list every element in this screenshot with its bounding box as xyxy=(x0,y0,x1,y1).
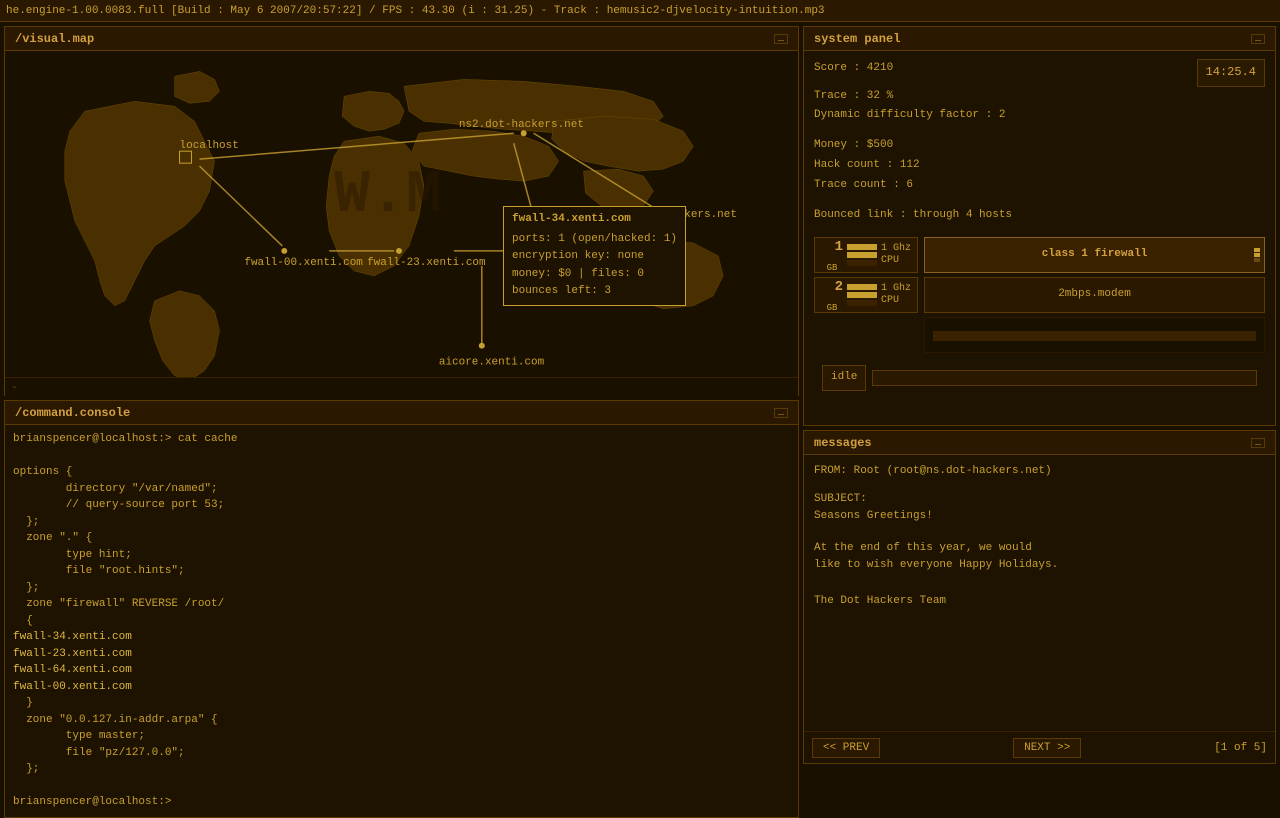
node-fwall00-dot[interactable] xyxy=(281,248,287,254)
hw-empty-slot xyxy=(924,317,1265,353)
hw-slot-1: 1 GB 1 Ghz CPU xyxy=(814,237,918,273)
messages-panel: messages _ FROM: Root (root@ns.dot-hacke… xyxy=(803,430,1276,764)
system-time: 14:25.4 xyxy=(1197,59,1265,87)
messages-next-button[interactable]: NEXT >> xyxy=(1013,738,1081,758)
tooltip-ports: ports: 1 (open/hacked: 1) xyxy=(512,231,677,249)
title-text: he.engine-1.00.0083.full [Build : May 6 … xyxy=(6,5,825,17)
hw-components: class 1 firewall 2mbps.modem xyxy=(924,237,1265,353)
modem-label: 2mbps.modem xyxy=(1058,285,1131,305)
hardware-section: 1 GB 1 Ghz CPU xyxy=(814,237,1265,353)
system-trace-count: Trace count : 6 xyxy=(814,176,1265,196)
visual-map-minimize[interactable]: _ xyxy=(774,34,788,44)
status-bar: idle xyxy=(814,361,1265,395)
firewall-label: class 1 firewall xyxy=(1042,245,1148,265)
modem-button[interactable]: 2mbps.modem xyxy=(924,277,1265,313)
command-console-header: /command.console _ xyxy=(5,401,798,425)
tooltip-title: fwall-34.xenti.com xyxy=(512,211,677,229)
messages-title: messages xyxy=(814,436,872,450)
node-fwall23-dot[interactable] xyxy=(396,248,402,254)
system-money: Money : $500 xyxy=(814,136,1265,156)
console-content[interactable]: brianspencer@localhost:> cat cache optio… xyxy=(5,425,798,817)
messages-content: FROM: Root (root@ns.dot-hackers.net) SUB… xyxy=(804,455,1275,731)
status-label: idle xyxy=(822,365,866,391)
messages-from: FROM: Root (root@ns.dot-hackers.net) xyxy=(814,463,1265,481)
command-console-minimize[interactable]: _ xyxy=(774,408,788,418)
map-bottom-text: - xyxy=(11,382,18,394)
hw-slot2-gb: 2 xyxy=(821,275,843,300)
hw-slot2-unit: GB xyxy=(827,300,838,316)
node-fwall00-label: fwall-00.xenti.com xyxy=(244,257,363,269)
messages-subject-value: Seasons Greetings! xyxy=(814,508,1265,526)
node-localhost-label: localhost xyxy=(180,140,239,152)
map-content: localhost ns2.dot-hackers.net ns.dot-hac… xyxy=(5,51,798,397)
status-progress xyxy=(872,370,1257,386)
messages-header: messages _ xyxy=(804,431,1275,455)
visual-map-panel: /visual.map _ xyxy=(4,26,799,396)
tooltip-bounces: bounces left: 3 xyxy=(512,283,677,301)
messages-prev-button[interactable]: << PREV xyxy=(812,738,880,758)
system-hack-count: Hack count : 112 xyxy=(814,156,1265,176)
fw-indicator xyxy=(1254,248,1260,262)
hw-slot1-gb: 1 xyxy=(821,235,843,260)
system-panel-header: system panel _ xyxy=(804,27,1275,51)
watermark: W.M xyxy=(334,161,442,229)
firewall-button[interactable]: class 1 firewall xyxy=(924,237,1265,273)
node-aicore-dot[interactable] xyxy=(479,343,485,349)
system-panel-title: system panel xyxy=(814,32,900,46)
console-text: brianspencer@localhost:> cat cache optio… xyxy=(13,431,790,811)
tooltip-encryption: encryption key: none xyxy=(512,248,677,266)
title-bar: he.engine-1.00.0083.full [Build : May 6 … xyxy=(0,0,1280,22)
visual-map-header: /visual.map _ xyxy=(5,27,798,51)
node-fwall23-label: fwall-23.xenti.com xyxy=(367,257,486,269)
system-panel-minimize[interactable]: _ xyxy=(1251,34,1265,44)
messages-minimize[interactable]: _ xyxy=(1251,438,1265,448)
system-difficulty: Dynamic difficulty factor : 2 xyxy=(814,106,1265,126)
system-score-row: Score : 4210 14:25.4 xyxy=(814,59,1265,87)
command-console-title: /command.console xyxy=(15,406,130,420)
messages-subject-label: SUBJECT: xyxy=(814,491,1265,509)
node-ns2-label: ns2.dot-hackers.net xyxy=(459,119,584,131)
visual-map-title: /visual.map xyxy=(15,32,94,46)
command-console-panel: /command.console _ brianspencer@localhos… xyxy=(4,400,799,818)
map-bottom-bar: - xyxy=(5,377,798,397)
system-bounced: Bounced link : through 4 hosts xyxy=(814,206,1265,226)
hw-slot1-cpu: 1 Ghz CPU xyxy=(881,243,911,267)
hw-slot1-unit: GB xyxy=(827,260,838,276)
messages-body: At the end of this year, we would like t… xyxy=(814,540,1265,610)
hw-slot1-bars xyxy=(847,244,877,266)
messages-counter: [1 of 5] xyxy=(1214,742,1267,754)
system-score: Score : 4210 xyxy=(814,59,893,79)
map-tooltip: fwall-34.xenti.com ports: 1 (open/hacked… xyxy=(503,206,686,306)
system-content: Score : 4210 14:25.4 Trace : 32 % Dynami… xyxy=(804,51,1275,403)
hw-slot-2: 2 GB 1 Ghz CPU xyxy=(814,277,918,313)
messages-nav: << PREV NEXT >> [1 of 5] xyxy=(804,731,1275,763)
system-panel: system panel _ Score : 4210 14:25.4 Trac… xyxy=(803,26,1276,426)
node-aicore-label: aicore.xenti.com xyxy=(439,357,545,369)
hw-slot2-bars xyxy=(847,284,877,306)
tooltip-money: money: $0 | files: 0 xyxy=(512,266,677,284)
hw-slots: 1 GB 1 Ghz CPU xyxy=(814,237,918,353)
system-trace: Trace : 32 % xyxy=(814,87,1265,107)
hw-slot2-cpu: 1 Ghz CPU xyxy=(881,283,911,307)
